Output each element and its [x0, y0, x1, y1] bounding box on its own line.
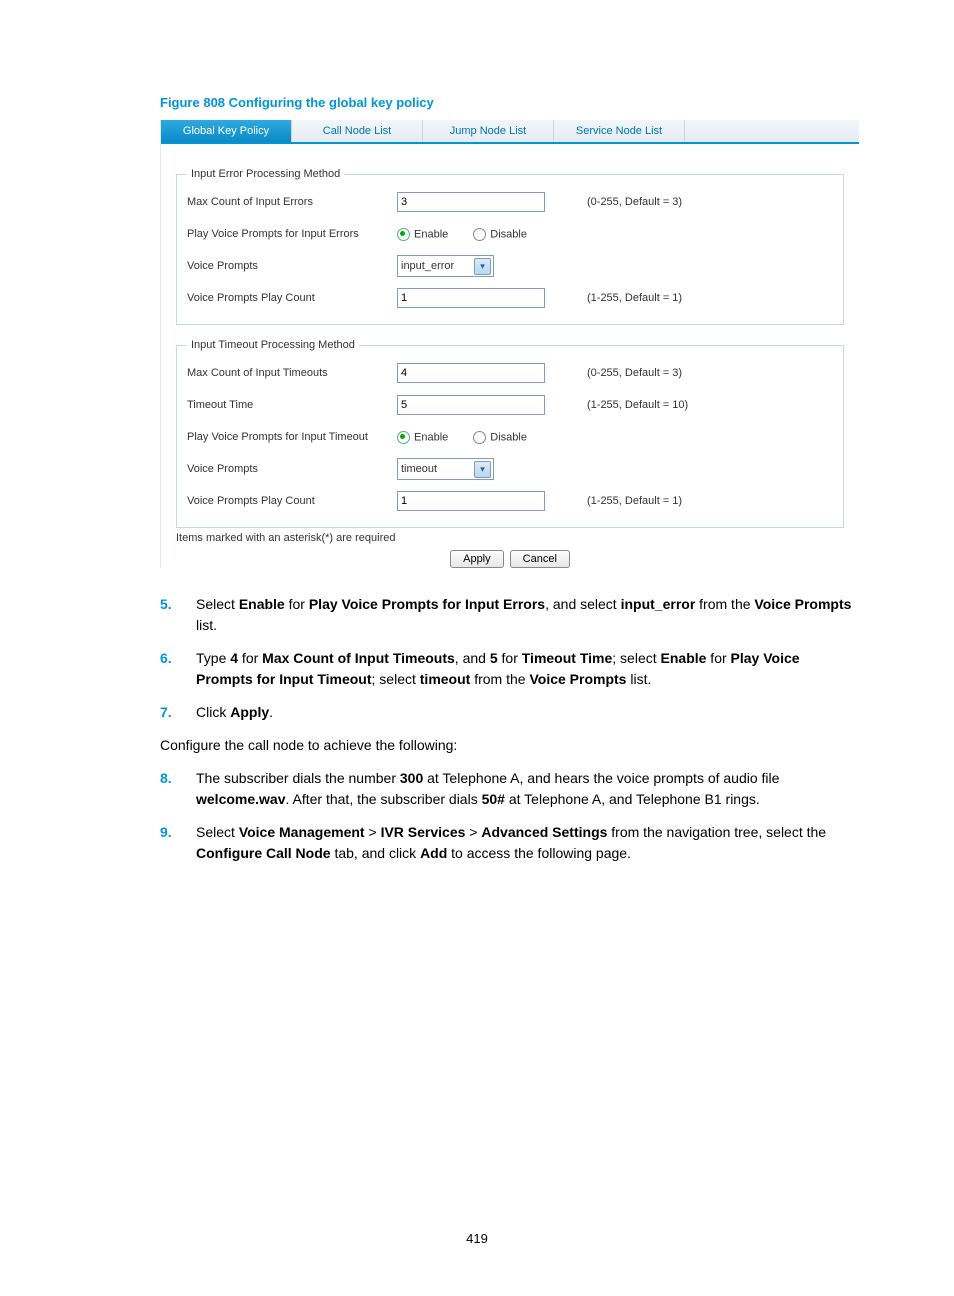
- step-number: 9.: [160, 822, 196, 864]
- play-count-input[interactable]: [397, 491, 545, 511]
- disable-radio[interactable]: Disable: [473, 228, 527, 241]
- play-count-label: Voice Prompts Play Count: [187, 292, 397, 304]
- input-error-fieldset: Input Error Processing Method Max Count …: [176, 168, 844, 325]
- voice-prompts-label: Voice Prompts: [187, 260, 397, 272]
- max-errors-label: Max Count of Input Errors: [187, 196, 397, 208]
- play-errors-label: Play Voice Prompts for Input Errors: [187, 228, 397, 240]
- tab-call-node-list[interactable]: Call Node List: [292, 120, 423, 142]
- input-timeout-fieldset: Input Timeout Processing Method Max Coun…: [176, 339, 844, 528]
- play-count-hint: (1-255, Default = 1): [587, 292, 833, 304]
- timeout-time-label: Timeout Time: [187, 399, 397, 411]
- intro-text: Configure the call node to achieve the f…: [160, 735, 859, 756]
- play-timeout-label: Play Voice Prompts for Input Timeout: [187, 431, 397, 443]
- max-timeouts-hint: (0-255, Default = 3): [587, 367, 833, 379]
- disable-radio[interactable]: Disable: [473, 431, 527, 444]
- step-number: 5.: [160, 594, 196, 636]
- step-number: 6.: [160, 648, 196, 690]
- voice-prompts-select[interactable]: timeout ▾: [397, 458, 494, 480]
- chevron-down-icon: ▾: [474, 461, 491, 478]
- play-count-input[interactable]: [397, 288, 545, 308]
- enable-radio[interactable]: Enable: [397, 431, 448, 444]
- play-count-label: Voice Prompts Play Count: [187, 495, 397, 507]
- figure-title: Figure 808 Configuring the global key po…: [160, 95, 859, 110]
- cancel-button[interactable]: Cancel: [510, 550, 570, 568]
- fieldset-legend: Input Error Processing Method: [187, 168, 344, 180]
- play-count-hint: (1-255, Default = 1): [587, 495, 833, 507]
- apply-button[interactable]: Apply: [450, 550, 504, 568]
- step-number: 8.: [160, 768, 196, 810]
- voice-prompts-select[interactable]: input_error ▾: [397, 255, 494, 277]
- enable-radio[interactable]: Enable: [397, 228, 448, 241]
- chevron-down-icon: ▾: [474, 258, 491, 275]
- step-number: 7.: [160, 702, 196, 723]
- fieldset-legend: Input Timeout Processing Method: [187, 339, 359, 351]
- max-timeouts-label: Max Count of Input Timeouts: [187, 367, 397, 379]
- max-timeouts-input[interactable]: [397, 363, 545, 383]
- voice-prompts-label: Voice Prompts: [187, 463, 397, 475]
- tab-jump-node-list[interactable]: Jump Node List: [423, 120, 554, 142]
- tab-global-key-policy[interactable]: Global Key Policy: [161, 120, 292, 142]
- max-errors-hint: (0-255, Default = 3): [587, 196, 833, 208]
- config-screenshot: Global Key Policy Call Node List Jump No…: [160, 120, 859, 568]
- max-errors-input[interactable]: [397, 192, 545, 212]
- timeout-time-input[interactable]: [397, 395, 545, 415]
- required-footnote: Items marked with an asterisk(*) are req…: [176, 532, 844, 544]
- tab-service-node-list[interactable]: Service Node List: [554, 120, 685, 142]
- instruction-text: 5. Select Enable for Play Voice Prompts …: [160, 594, 859, 864]
- page-number: 419: [0, 1231, 954, 1246]
- timeout-time-hint: (1-255, Default = 10): [587, 399, 833, 411]
- tab-bar: Global Key Policy Call Node List Jump No…: [161, 120, 859, 144]
